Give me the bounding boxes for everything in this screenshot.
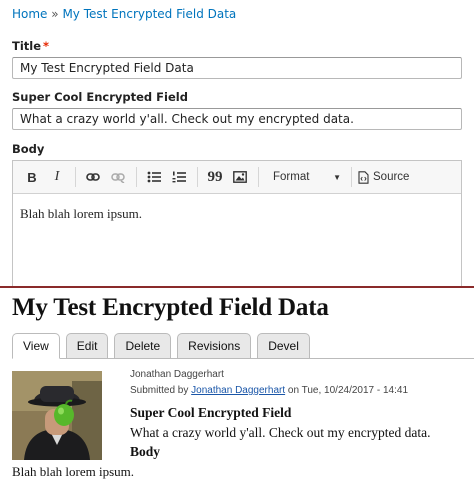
breadcrumb-current-link[interactable]: My Test Encrypted Field Data: [62, 7, 236, 21]
body-view-label: Body: [130, 444, 161, 459]
toolbar-separator: [197, 167, 198, 187]
blockquote-button[interactable]: 99: [204, 166, 226, 188]
local-tasks-tabs: View Edit Delete Revisions Devel: [12, 333, 316, 359]
numbered-list-icon[interactable]: [168, 166, 190, 188]
tab-view[interactable]: View: [12, 333, 60, 359]
encrypted-field-input[interactable]: What a crazy world y'all. Check out my e…: [12, 108, 462, 130]
image-icon[interactable]: [229, 166, 251, 188]
toolbar-separator: [351, 167, 352, 187]
body-view-value: Blah blah lorem ipsum.: [12, 464, 135, 479]
source-icon: [358, 170, 369, 184]
title-input[interactable]: My Test Encrypted Field Data: [12, 57, 462, 79]
encrypted-field-view-label: Super Cool Encrypted Field: [130, 405, 292, 420]
submitted-date: on Tue, 10/24/2017 - 14:41: [287, 385, 409, 396]
source-button-label: Source: [373, 171, 410, 183]
toolbar-separator: [136, 167, 137, 187]
toolbar-separator: [258, 167, 259, 187]
encrypted-field-label: Super Cool Encrypted Field: [12, 90, 188, 104]
breadcrumb: Home » My Test Encrypted Field Data: [12, 7, 236, 21]
body-editor: B I 99 Format ▼ Source Blah blah lorem i…: [12, 160, 462, 286]
body-editor-content[interactable]: Blah blah lorem ipsum.: [13, 194, 461, 234]
chevron-down-icon: ▼: [333, 172, 341, 182]
required-marker: *: [43, 39, 50, 53]
tab-revisions[interactable]: Revisions: [177, 333, 252, 359]
bold-button[interactable]: B: [21, 166, 43, 188]
format-dropdown[interactable]: Format ▼: [265, 166, 347, 188]
tab-delete[interactable]: Delete: [114, 333, 172, 359]
toolbar-separator: [75, 167, 76, 187]
bulleted-list-icon[interactable]: [143, 166, 165, 188]
body-label: Body: [12, 142, 45, 156]
editor-toolbar: B I 99 Format ▼ Source: [13, 161, 461, 194]
submitted-prefix: Submitted by: [130, 385, 189, 396]
unlink-icon[interactable]: [107, 166, 129, 188]
link-icon[interactable]: [82, 166, 104, 188]
node-edit-form: Home » My Test Encrypted Field Data Titl…: [0, 0, 474, 286]
breadcrumb-separator: »: [51, 7, 59, 21]
format-dropdown-label: Format: [273, 171, 310, 183]
avatar[interactable]: [12, 371, 102, 460]
tab-devel[interactable]: Devel: [257, 333, 310, 359]
node-view: My Test Encrypted Field Data View Edit D…: [0, 288, 474, 493]
submitted-byline: Submitted by Jonathan Daggerhart on Tue,…: [130, 385, 408, 396]
title-label-text: Title: [12, 39, 42, 53]
author-name: Jonathan Daggerhart: [130, 369, 224, 380]
encrypted-field-view-value: What a crazy world y'all. Check out my e…: [130, 425, 431, 440]
breadcrumb-home-link[interactable]: Home: [12, 7, 47, 21]
page-title: My Test Encrypted Field Data: [12, 294, 329, 321]
author-link[interactable]: Jonathan Daggerhart: [191, 385, 285, 396]
tab-edit[interactable]: Edit: [65, 333, 109, 359]
source-button[interactable]: Source: [358, 170, 410, 184]
title-label: Title *: [12, 39, 49, 53]
italic-button[interactable]: I: [46, 166, 68, 188]
